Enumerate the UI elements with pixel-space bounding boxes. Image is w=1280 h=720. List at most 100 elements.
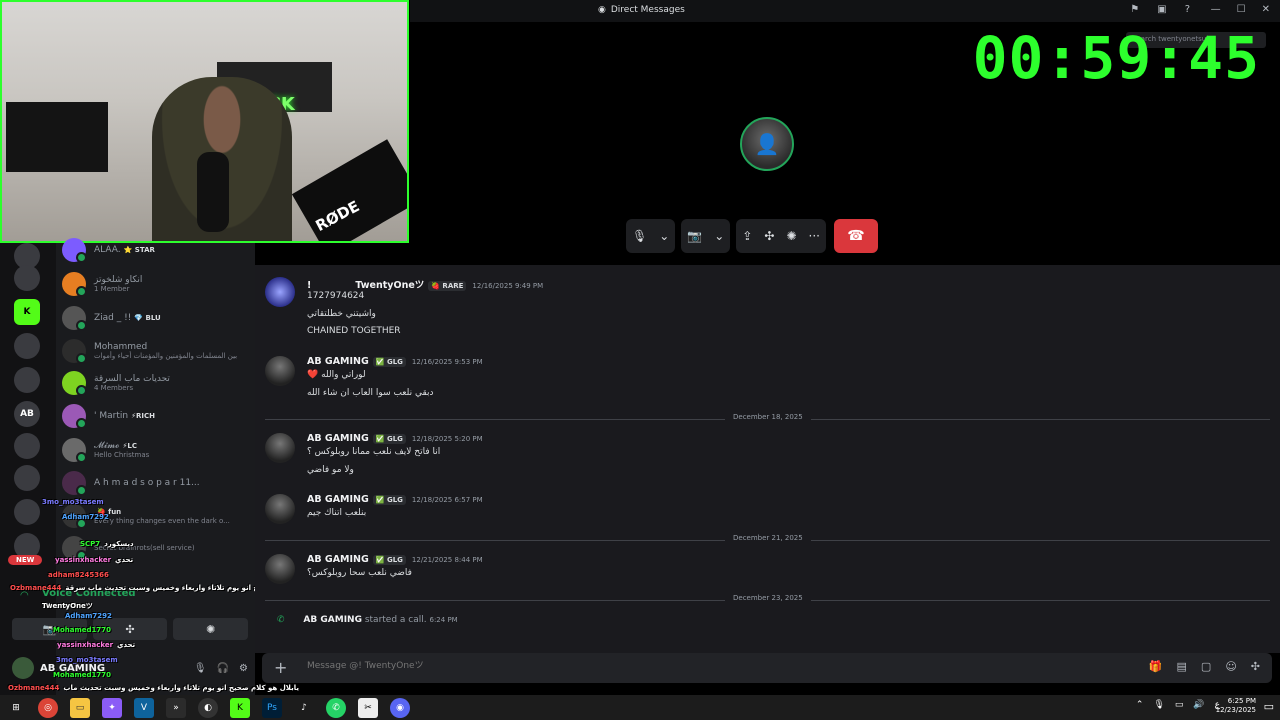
taskbar: ⊞ ◎ ▭ ✦ V » ◐ K Ps ♪ ✆ ✂ ◉ ⌃ 🎙 ▭ 🔊 ع 6:2… (0, 695, 1280, 720)
avatar[interactable] (265, 554, 295, 584)
dm-name-block: انكاو شلخوتز 1 Member (94, 275, 142, 293)
gif-icon[interactable]: ▤ (1177, 660, 1187, 673)
microphone-icon[interactable]: 🎙 (194, 663, 207, 674)
screen-icon[interactable]: ▣ (1157, 4, 1166, 15)
message-author[interactable]: AB GAMING (307, 356, 369, 367)
game-icon[interactable]: ✦ (102, 698, 122, 718)
microphone-icon[interactable]: 🎙 (632, 229, 647, 243)
dm-list-item[interactable]: ALAA. ⭐ STAR (62, 235, 252, 265)
dm-name: ' Martin (94, 410, 129, 421)
voice-activities-button[interactable]: ✣ (92, 618, 168, 640)
taskbar-clock[interactable]: 6:25 PM 12/23/2025 (1216, 697, 1256, 716)
file-explorer-icon[interactable]: ▭ (70, 698, 90, 718)
message-text: 1727974624 (307, 291, 365, 301)
dm-name: A h m a d s o p a r 11... (94, 477, 200, 488)
camera-off-icon[interactable]: 📷 (687, 229, 702, 243)
inbox-icon[interactable]: ⚑ (1130, 4, 1139, 15)
windows-start-icon[interactable]: ⊞ (6, 698, 26, 718)
settings-gear-icon[interactable]: ⚙ (239, 663, 248, 674)
call-author[interactable]: AB GAMING (303, 615, 362, 625)
voice-soundboard-button[interactable]: ✺ (173, 618, 249, 640)
headset-icon[interactable]: 🎧 (217, 663, 229, 674)
message-author[interactable]: AB GAMING (307, 494, 369, 505)
server-icon[interactable] (14, 465, 40, 491)
chevron-down-icon[interactable]: ⌄ (659, 229, 669, 243)
dm-list-item[interactable]: 𝓜𝓲𝓶𝓸 ⚡LC Hello Christmas (62, 435, 252, 465)
dm-list-item[interactable]: Ziad _ !! 💎 BLU (62, 303, 252, 333)
message-text: ❤️ لوراتي والله (307, 370, 366, 380)
call-actions-group: ⇪ ✣ ✺ ··· (736, 219, 826, 253)
user-name[interactable]: AB GAMING (40, 663, 188, 674)
message-header: ! TwentyOneツ 🍓 RARE 12/16/2025 9:49 PM (307, 277, 543, 291)
hangup-button[interactable]: ☎ (833, 219, 878, 253)
role-tag: ✅ GLG (372, 357, 406, 367)
server-icon[interactable] (14, 499, 40, 525)
screen-share-icon[interactable]: ⇪ (742, 229, 752, 243)
message-author[interactable]: AB GAMING (307, 554, 369, 565)
chevron-down-icon[interactable]: ⌄ (714, 229, 724, 243)
avatar[interactable] (265, 356, 295, 386)
dm-name-block: تحديات ماب السرقة 4 Members (94, 374, 170, 392)
server-icon[interactable] (14, 433, 40, 459)
server-icon[interactable] (14, 367, 40, 393)
discord-taskbar-icon[interactable]: ◉ (390, 698, 410, 718)
call-participant-avatar[interactable]: 👤 (740, 117, 794, 171)
sticker-icon[interactable]: ▢ (1201, 660, 1211, 673)
dm-subtitle: بين المسلمات والمؤمنين والمؤمنات أحياء و… (94, 352, 238, 361)
mic-tray-icon[interactable]: 🎙 (1153, 700, 1164, 710)
more-options-icon[interactable]: ··· (809, 229, 820, 243)
photoshop-icon[interactable]: Ps (262, 698, 282, 718)
dm-list-item[interactable]: 🍓 fun Every thing changes even the dark o… (62, 501, 252, 531)
dm-list-item[interactable]: Mohammed بين المسلمات والمؤمنين والمؤمنات… (62, 336, 252, 366)
date-divider-label: December 21, 2025 (725, 534, 811, 542)
date-divider-label: December 23, 2025 (725, 594, 811, 602)
tiktok-icon[interactable]: ♪ (294, 698, 314, 718)
avatar (62, 471, 87, 496)
message-input[interactable] (307, 661, 1007, 671)
network-icon[interactable]: ▭ (1175, 700, 1184, 710)
capcut-icon[interactable]: ✂ (358, 698, 378, 718)
vscode-icon[interactable]: V (134, 698, 154, 718)
avatar[interactable] (265, 277, 295, 307)
dm-list-item[interactable]: تحديات ماب السرقة 4 Members (62, 368, 252, 398)
server-icon[interactable] (14, 265, 40, 291)
dm-list-item[interactable]: Secret brainrots(sell service) (62, 533, 252, 563)
chevron-up-icon[interactable]: ⌃ (1136, 700, 1144, 710)
chrome-icon[interactable]: ◎ (38, 698, 58, 718)
gift-icon[interactable]: 🎁 (1149, 660, 1163, 673)
dm-list-item[interactable]: انكاو شلخوتز 1 Member (62, 269, 252, 299)
avatar[interactable] (265, 494, 295, 524)
server-icon[interactable]: AB (14, 401, 40, 427)
voice-connected-label[interactable]: Voice Connected (42, 588, 136, 599)
system-tray: ⌃ 🎙 ▭ 🔊 ع (1136, 700, 1220, 710)
help-icon[interactable]: ? (1185, 4, 1190, 15)
obs-icon[interactable]: ◐ (198, 698, 218, 718)
terminal-icon[interactable]: » (166, 698, 186, 718)
emoji-icon[interactable]: ☺ (1225, 660, 1236, 673)
apps-icon[interactable]: ✣ (1251, 660, 1260, 673)
dm-name: انكاو شلخوتز (94, 274, 143, 285)
dm-list-item[interactable]: ' Martin ⚡RICH (62, 401, 252, 431)
server-icon[interactable] (14, 333, 40, 359)
avatar[interactable] (12, 657, 34, 679)
avatar (62, 339, 87, 364)
maximize-icon[interactable]: ☐ (1237, 4, 1246, 15)
activities-icon[interactable]: ✣ (764, 229, 774, 243)
volume-icon[interactable]: 🔊 (1193, 700, 1204, 710)
message-author[interactable]: AB GAMING (307, 433, 369, 444)
notification-icon[interactable]: ▭ (1264, 700, 1274, 713)
avatar (62, 504, 87, 529)
message-author[interactable]: TwentyOneツ (355, 280, 424, 291)
message-header: AB GAMING ✅ GLG 12/16/2025 9:53 PM (307, 356, 483, 367)
soundboard-icon[interactable]: ✺ (786, 229, 796, 243)
voice-camera-button[interactable]: 📷 (12, 618, 87, 640)
minimize-icon[interactable]: — (1211, 4, 1221, 15)
dm-list-item[interactable]: A h m a d s o p a r 11... (62, 468, 252, 498)
kick-app-icon[interactable]: K (230, 698, 250, 718)
close-icon[interactable]: ✕ (1262, 4, 1270, 15)
avatar[interactable] (265, 433, 295, 463)
attach-plus-icon[interactable]: + (274, 658, 287, 677)
webcam-tv (6, 102, 108, 172)
server-icon[interactable]: K (14, 299, 40, 325)
whatsapp-icon[interactable]: ✆ (326, 698, 346, 718)
